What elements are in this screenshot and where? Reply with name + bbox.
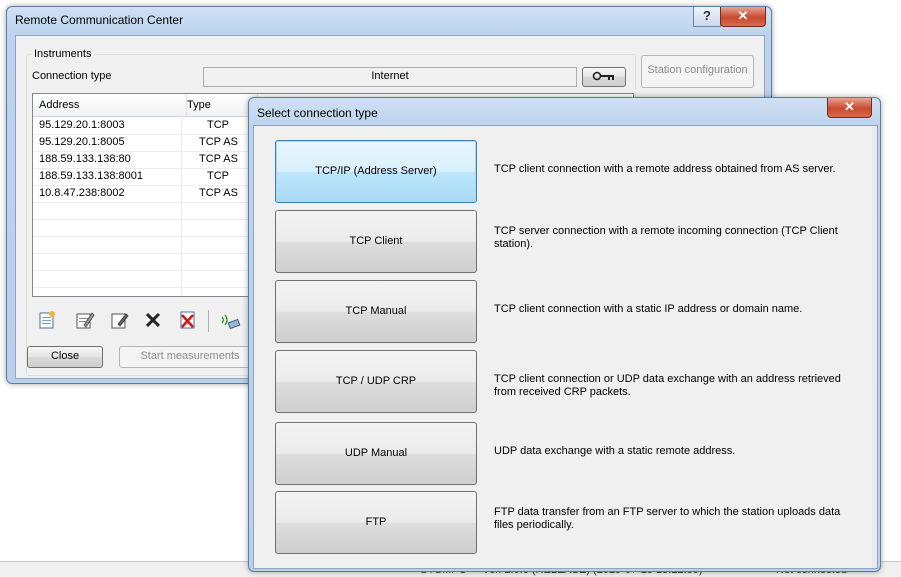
select-connection-type-dialog: Select connection type ✕ TCP/IP (Address… [248, 97, 881, 572]
toolbar-separator [208, 310, 209, 332]
close-button[interactable]: Close [27, 346, 103, 368]
close-icon: ✕ [737, 8, 749, 23]
column-header-type[interactable]: Type [181, 94, 258, 116]
option-tcp-udp-crp-button[interactable]: TCP / UDP CRP [275, 350, 477, 413]
connect-wireless-icon[interactable] [219, 310, 241, 332]
connection-settings-button[interactable] [582, 67, 626, 87]
option-ftp-button[interactable]: FTP [275, 491, 477, 554]
option-description: UDP data exchange with a static remote a… [494, 445, 736, 457]
window-title: Remote Communication Center [15, 13, 184, 27]
connection-type-field: Internet [203, 67, 577, 87]
option-description: TCP client connection or UDP data exchan… [494, 373, 841, 398]
dialog-title: Select connection type [257, 106, 378, 120]
dialog-close-button[interactable]: ✕ [827, 98, 872, 118]
help-icon: ? [703, 8, 711, 23]
address-cell: 95.129.20.1:8005 [39, 136, 125, 148]
option-description: FTP data transfer from an FTP server to … [494, 506, 841, 531]
address-cell: 10.8.47.238:8002 [39, 187, 125, 199]
type-cell: TCP [207, 170, 229, 182]
address-cell: 95.129.20.1:8003 [39, 119, 125, 131]
close-icon: ✕ [844, 99, 855, 114]
type-cell: TCP AS [199, 187, 238, 199]
option-description: TCP client connection with a remote addr… [494, 163, 836, 175]
key-icon [592, 71, 614, 81]
delete-document-icon[interactable] [177, 310, 199, 332]
instruments-group-label: Instruments [31, 48, 95, 60]
delete-icon[interactable]: ✕ [142, 310, 164, 332]
option-tcp-manual-button[interactable]: TCP Manual [275, 280, 477, 343]
column-header-address[interactable]: Address [33, 94, 187, 116]
type-cell: TCP AS [199, 153, 238, 165]
window-close-button[interactable]: ✕ [720, 7, 766, 27]
address-cell: 188.59.133.138:8001 [39, 170, 143, 182]
address-cell: 188.59.133.138:80 [39, 153, 131, 165]
option-tcp-ip-address-server-button[interactable]: TCP/IP (Address Server) [275, 140, 477, 203]
dialog-scrollbar[interactable] [872, 126, 877, 568]
start-measurements-button[interactable]: Start measurements [119, 346, 261, 368]
edit-note-icon[interactable] [109, 310, 131, 332]
type-cell: TCP [207, 119, 229, 131]
option-tcp-client-button[interactable]: TCP Client [275, 210, 477, 273]
dialog-client-area: TCP/IP (Address Server) TCP client conne… [253, 125, 878, 569]
option-description: TCP client connection with a static IP a… [494, 303, 803, 315]
option-udp-manual-button[interactable]: UDP Manual [275, 422, 477, 485]
help-button[interactable]: ? [693, 7, 721, 27]
option-description: TCP server connection with a remote inco… [494, 225, 838, 250]
connection-type-label: Connection type [32, 70, 112, 82]
type-cell: TCP AS [199, 136, 238, 148]
station-configuration-button[interactable]: Station configuration [641, 55, 754, 88]
new-station-icon[interactable] [36, 310, 58, 332]
edit-station-icon[interactable] [74, 310, 96, 332]
